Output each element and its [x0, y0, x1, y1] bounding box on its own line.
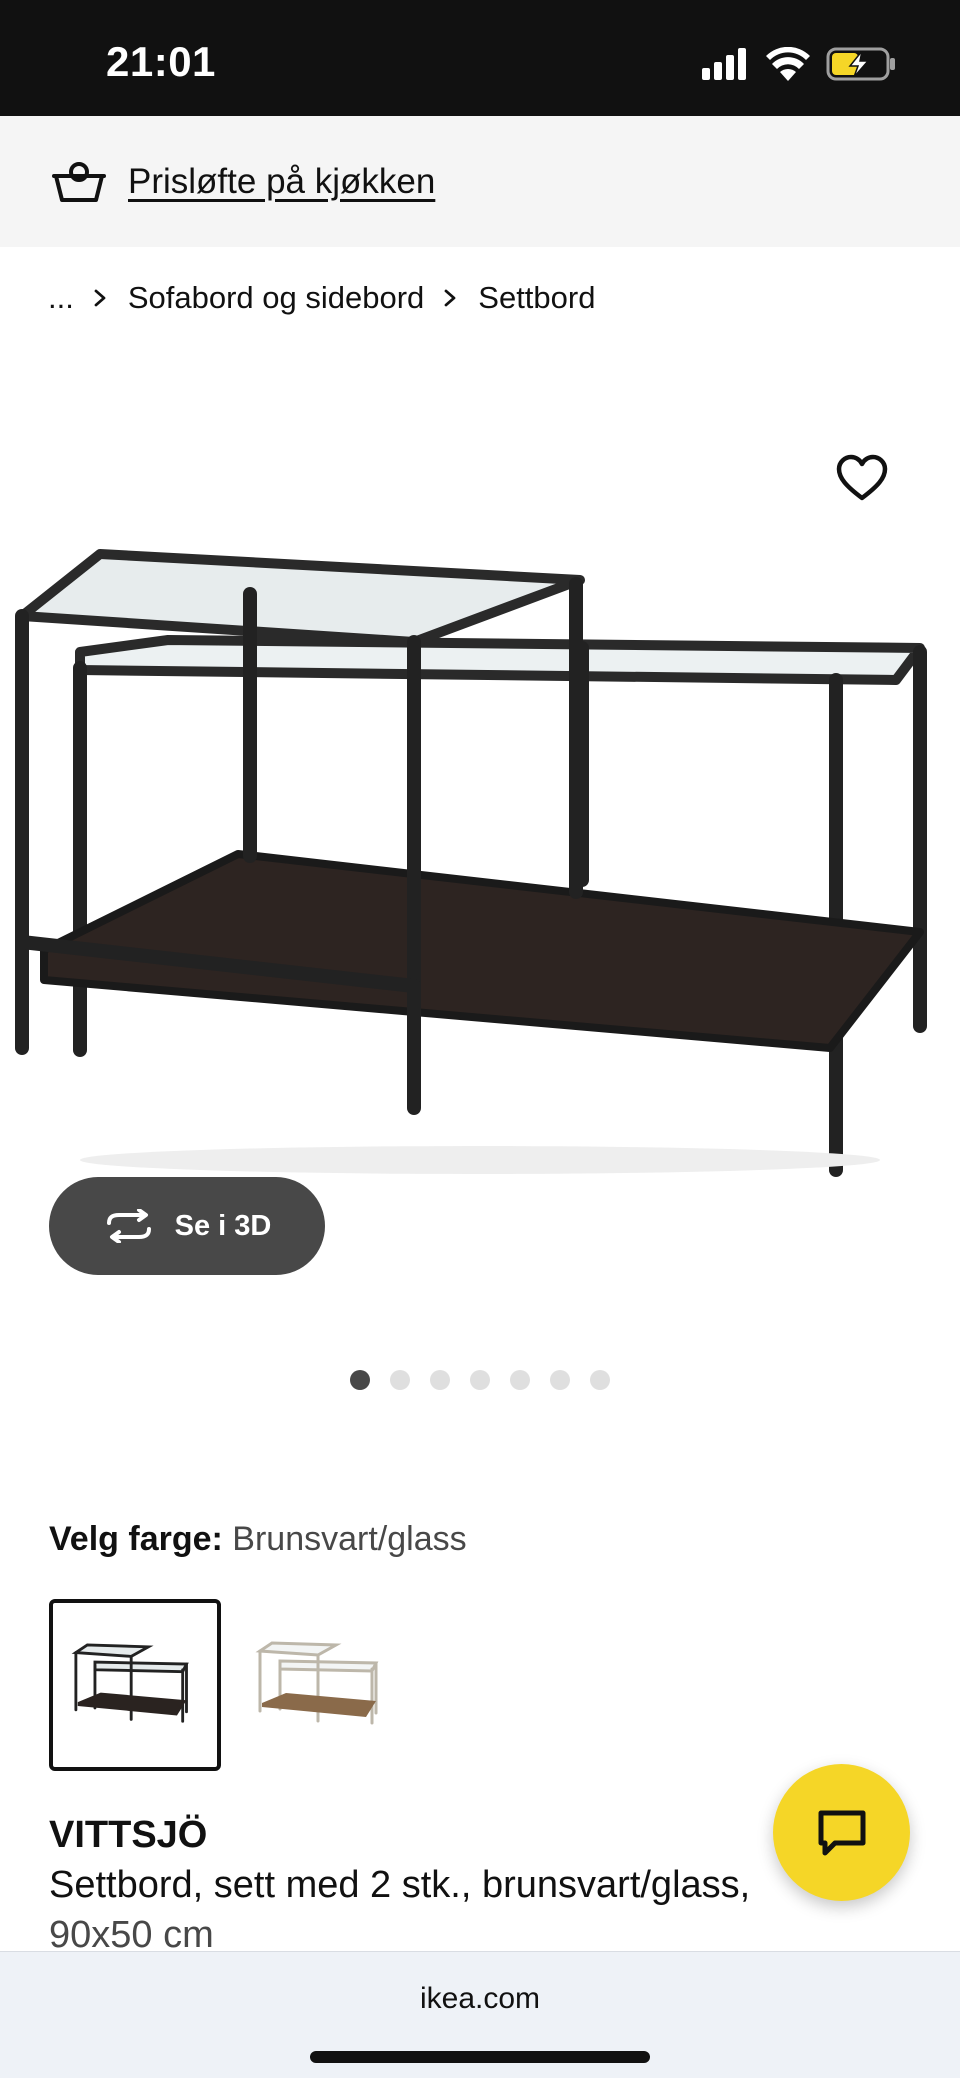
breadcrumb-item-settbord[interactable]: Settbord — [478, 280, 595, 316]
chevron-right-icon — [444, 289, 456, 307]
url-text[interactable]: ikea.com — [0, 1982, 960, 2016]
small-table-glass-top — [17, 549, 585, 647]
view-3d-label: Se i 3D — [174, 1209, 272, 1242]
status-icons — [702, 44, 896, 84]
carousel-dot[interactable] — [510, 1370, 530, 1390]
basket-icon — [52, 161, 106, 202]
color-select-label: Velg farge: — [49, 1520, 223, 1558]
product-image[interactable] — [0, 420, 960, 1300]
color-select: Velg farge: Brunsvart/glass — [49, 1520, 467, 1559]
breadcrumb-item-sofabord[interactable]: Sofabord og sidebord — [128, 280, 424, 316]
carousel-dots — [350, 1370, 610, 1390]
product-name: VITTSJÖ — [49, 1814, 208, 1856]
carousel-dot[interactable] — [350, 1370, 370, 1390]
chat-icon — [818, 1810, 865, 1855]
promo-link[interactable]: Prisløfte på kjøkken — [128, 162, 435, 202]
status-time: 21:01 — [106, 38, 216, 85]
shadow — [80, 1146, 880, 1174]
large-table-shelf — [40, 850, 924, 1052]
black-brown-glass-swatch[interactable] — [49, 1599, 221, 1771]
home-indicator — [310, 2051, 650, 2063]
carousel-dot[interactable] — [390, 1370, 410, 1390]
cellular-signal-icon — [702, 48, 746, 80]
chevron-right-icon — [94, 289, 106, 307]
rotate-3d-icon — [106, 1209, 151, 1243]
promo-bar: Prisløfte på kjøkken — [0, 116, 960, 247]
battery-charging-icon — [826, 47, 895, 81]
product-description: Settbord, sett med 2 stk., brunsvart/gla… — [49, 1864, 751, 1906]
heart-icon[interactable] — [836, 454, 888, 502]
status-bar: 21:01 — [0, 0, 960, 116]
chat-button[interactable] — [773, 1764, 910, 1901]
color-select-value: Brunsvart/glass — [232, 1520, 467, 1558]
browser-url-bar[interactable]: ikea.com — [0, 1951, 960, 2078]
white-beige-glass-swatch[interactable] — [236, 1599, 408, 1771]
large-table-glass-top — [75, 635, 925, 685]
carousel-dot[interactable] — [430, 1370, 450, 1390]
carousel-dot[interactable] — [590, 1370, 610, 1390]
carousel-dot[interactable] — [470, 1370, 490, 1390]
carousel-dot[interactable] — [550, 1370, 570, 1390]
breadcrumb: ... Sofabord og sidebord Settbord — [48, 278, 595, 318]
view-3d-button[interactable]: Se i 3D — [49, 1177, 325, 1275]
wifi-icon — [766, 47, 810, 81]
breadcrumb-item-ellipsis[interactable]: ... — [48, 280, 74, 316]
